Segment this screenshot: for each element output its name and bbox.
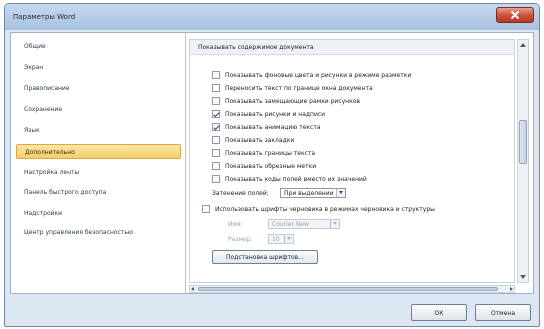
arrow-left-icon[interactable]	[191, 287, 194, 291]
option-label: Показывать обрезные метки	[225, 163, 317, 170]
sidebar-item-save[interactable]: Сохранение	[16, 102, 181, 117]
options-window: Параметры Word Общие Экран Правописание …	[4, 3, 540, 327]
sidebar-item-add-ins[interactable]: Надстройки	[16, 206, 181, 221]
checkbox[interactable]	[212, 97, 220, 105]
option-label: Показывать коды полей вместо их значений	[225, 176, 367, 183]
dropdown-button[interactable]	[284, 235, 293, 243]
checkbox[interactable]	[212, 136, 220, 144]
dropdown-button[interactable]	[336, 189, 345, 197]
section-title: Показывать содержимое документа	[190, 40, 514, 55]
checkbox[interactable]	[212, 84, 220, 92]
checkbox[interactable]	[202, 205, 210, 213]
options-panel: Показывать содержимое документа Показыва…	[189, 39, 515, 283]
sidebar-item-display[interactable]: Экран	[16, 60, 181, 75]
close-button[interactable]	[496, 7, 534, 23]
checkbox[interactable]	[212, 175, 220, 183]
content-frame: Общие Экран Правописание Сохранение Язык…	[10, 32, 534, 294]
option-label: Показывать рисунки и надписи	[225, 111, 326, 118]
draft-font-name-select[interactable]: Courier New	[268, 219, 340, 229]
sidebar-item-advanced[interactable]: Дополнительно	[16, 144, 181, 159]
sidebar-item-quick-access-toolbar[interactable]: Панель быстрого доступа	[16, 185, 181, 200]
ok-button[interactable]: ОК	[411, 304, 467, 321]
font-substitution-button[interactable]: Подстановка шрифтов...	[212, 250, 318, 264]
option-label: Показывать анимацию текста	[225, 124, 321, 131]
option-label: Показывать закладки	[225, 137, 295, 144]
draft-font-name-value: Courier New	[272, 221, 309, 228]
option-label: Использовать шрифты черновика в режимах …	[215, 206, 435, 213]
vertical-scrollbar[interactable]	[517, 39, 529, 283]
arrow-up-icon[interactable]	[520, 43, 526, 47]
draft-font-size-select[interactable]: 10	[268, 234, 294, 244]
chevron-down-icon	[287, 237, 291, 240]
checkbox[interactable]	[212, 71, 220, 79]
scroll-thumb[interactable]	[198, 287, 498, 291]
sidebar-item-general[interactable]: Общие	[16, 39, 181, 54]
sidebar: Общие Экран Правописание Сохранение Язык…	[11, 33, 186, 293]
field-shading-label: Затенение полей:	[212, 190, 269, 197]
sidebar-item-trust-center[interactable]: Центр управления безопасностью	[16, 225, 181, 240]
cancel-button[interactable]: Отмена	[475, 304, 531, 321]
window-title: Параметры Word	[13, 13, 76, 21]
arrow-right-icon[interactable]	[510, 287, 513, 291]
arrow-down-icon[interactable]	[520, 275, 526, 279]
chevron-down-icon	[333, 222, 337, 225]
horizontal-scrollbar[interactable]	[189, 285, 515, 293]
field-shading-value: При выделении	[284, 190, 334, 197]
chevron-down-icon	[339, 191, 343, 194]
close-icon	[510, 9, 520, 21]
option-label: Показывать фоновые цвета и рисунки в реж…	[225, 72, 412, 79]
option-label: Переносить текст по границе окна докумен…	[225, 85, 373, 92]
field-shading-select[interactable]: При выделении	[280, 188, 346, 198]
sidebar-item-proofing[interactable]: Правописание	[16, 81, 181, 96]
draft-font-size-label: Размер:	[228, 236, 253, 243]
option-label: Показывать границы текста	[225, 150, 316, 157]
option-label: Показывать замещающие рамки рисунков	[225, 98, 360, 105]
scroll-thumb[interactable]	[519, 120, 527, 164]
checkbox[interactable]	[212, 149, 220, 157]
title-bar[interactable]: Параметры Word	[5, 4, 539, 30]
checkbox[interactable]	[212, 162, 220, 170]
sidebar-item-language[interactable]: Язык	[16, 123, 181, 138]
draft-font-size-value: 10	[272, 236, 280, 243]
checkbox-checked[interactable]	[212, 123, 220, 131]
checkbox-checked[interactable]	[212, 110, 220, 118]
sidebar-item-customize-ribbon[interactable]: Настройка ленты	[16, 165, 181, 180]
dropdown-button[interactable]	[330, 220, 339, 228]
draft-font-name-label: Имя:	[228, 221, 243, 228]
